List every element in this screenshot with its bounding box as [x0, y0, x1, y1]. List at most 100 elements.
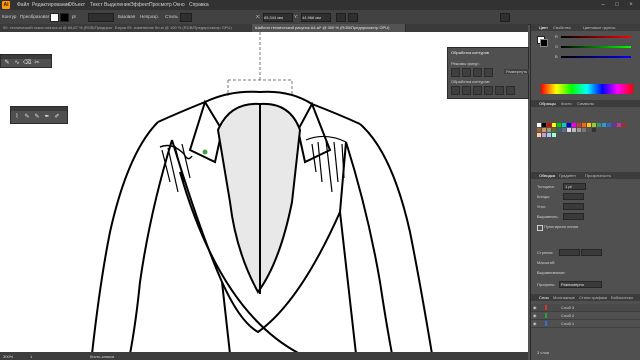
layer-color	[545, 313, 547, 318]
trim-icon[interactable]	[462, 86, 471, 95]
menu-edit[interactable]: Редактирование	[32, 1, 70, 9]
left-sleeve-inner	[129, 139, 173, 354]
close-icon[interactable]: ×	[625, 1, 637, 9]
tab-properties[interactable]: Свойства	[553, 25, 571, 31]
stroke-color-swatch[interactable]	[540, 39, 548, 47]
tab-gradient[interactable]: Градиент	[559, 173, 576, 179]
opacity-label[interactable]: Непрозр.	[140, 14, 159, 19]
current-tool: Кисть-клякса	[90, 354, 115, 359]
tab-stroke[interactable]: Обводка	[539, 173, 555, 179]
smooth-icon[interactable]: ∿	[13, 59, 21, 67]
pen-icon[interactable]: ✒	[43, 113, 51, 121]
tab-document-3[interactable]: Шаблон технический рисунок А4.ai* @ 300 …	[252, 24, 406, 32]
divide-icon[interactable]	[451, 86, 460, 95]
weight-field[interactable]: 1 pt	[563, 183, 586, 190]
menu-help[interactable]: Справка	[189, 1, 209, 9]
corner-label: Угол:	[537, 204, 547, 209]
menu-effect[interactable]: Эффект	[130, 1, 149, 9]
g-slider[interactable]	[561, 46, 631, 48]
eye-icon[interactable]: ◉	[533, 313, 537, 318]
pencil-icon[interactable]: ✎	[3, 59, 11, 67]
brush-icon[interactable]: ⌇	[13, 113, 21, 121]
eraser-icon[interactable]: ✐	[53, 113, 61, 121]
brush-label: Базовая	[118, 14, 136, 19]
tab-document-1[interactable]: 90. технический эскиз платья.ai @ 66,67 …	[0, 24, 114, 32]
layer-row[interactable]: ◉ Слой 2	[531, 312, 640, 320]
crop-icon[interactable]	[484, 86, 493, 95]
document-tabs: 90. технический эскиз платья.ai @ 66,67 …	[0, 24, 528, 32]
swatches-panel-header: Образцы Кисти Символы	[531, 100, 640, 107]
minimize-icon[interactable]: –	[597, 1, 609, 9]
floating-tools-1: ✎ ∿ ⌫ ✂	[0, 54, 52, 68]
tab-libraries[interactable]: Библиотеки	[611, 295, 633, 301]
fill-swatch[interactable]	[50, 13, 59, 22]
unite-icon[interactable]	[451, 68, 460, 77]
tab-color[interactable]: Цвет	[539, 25, 548, 31]
y-field[interactable]: 44,966 мм	[301, 13, 331, 22]
menu-window[interactable]: Окно	[173, 1, 185, 9]
x-label: X:	[256, 14, 261, 19]
zoom-level[interactable]: 300%	[3, 354, 13, 359]
menu-icon[interactable]	[500, 13, 510, 22]
tab-layers[interactable]: Слои	[539, 295, 549, 301]
style-label[interactable]: Стиль	[165, 14, 178, 19]
menu-file[interactable]: Файл	[17, 1, 29, 9]
blob-brush-icon[interactable]: ✎	[23, 113, 31, 121]
panel-header[interactable]	[11, 107, 67, 111]
r-slider[interactable]	[561, 36, 631, 38]
maximize-icon[interactable]: □	[611, 1, 623, 9]
exclude-icon[interactable]	[484, 68, 493, 77]
status-bar: 300% 1 Кисть-клякса	[0, 352, 528, 360]
pencil-icon[interactable]: ✎	[33, 113, 41, 121]
corner-buttons[interactable]	[563, 203, 584, 210]
color-spectrum[interactable]	[541, 84, 633, 94]
stroke-swatch[interactable]	[60, 13, 69, 22]
tab-graphic-styles[interactable]: Стили графики	[579, 295, 607, 301]
merge-icon[interactable]	[473, 86, 482, 95]
left-shoulder	[157, 101, 206, 123]
brush-cursor	[202, 149, 208, 155]
arrow-start-select[interactable]	[559, 249, 580, 256]
b-slider[interactable]	[561, 56, 631, 58]
align-icon[interactable]	[336, 13, 346, 22]
menu-type[interactable]: Текст	[90, 1, 103, 9]
tab-color-groups[interactable]: Цветовые группы	[583, 25, 615, 31]
tab-symbols[interactable]: Символы	[577, 101, 594, 107]
menu-view[interactable]: Просмотр	[149, 1, 172, 9]
tab-document-2[interactable]: Блуза 09. изменение бл.ai @ 100 % (RGB/П…	[112, 24, 254, 32]
tab-artboards[interactable]: Монтажные	[553, 295, 575, 301]
align-stroke-buttons[interactable]	[563, 213, 584, 220]
artboard-number[interactable]: 1	[30, 354, 32, 359]
expand-button[interactable]: Развернуть	[504, 69, 530, 74]
arrow-end-select[interactable]	[581, 249, 602, 256]
style-select[interactable]	[180, 13, 192, 22]
tab-transparency[interactable]: Прозрачность	[585, 173, 611, 179]
menu-object[interactable]: Объект	[68, 1, 85, 9]
transform-icon[interactable]	[348, 13, 358, 22]
outline-icon[interactable]	[495, 86, 504, 95]
cap-buttons[interactable]	[563, 193, 584, 200]
layer-row[interactable]: ◉ Слой 3	[531, 304, 640, 312]
intersect-icon[interactable]	[473, 68, 482, 77]
minus-back-icon[interactable]	[506, 86, 515, 95]
scissors-icon[interactable]: ✂	[33, 59, 41, 67]
eye-icon[interactable]: ◉	[533, 305, 537, 310]
layer-name[interactable]: Слой 1	[561, 321, 574, 326]
minus-front-icon[interactable]	[462, 68, 471, 77]
b-label: B	[555, 54, 558, 59]
layer-row[interactable]: ◉ Слой 1	[531, 320, 640, 328]
layer-name[interactable]: Слой 3	[561, 305, 574, 310]
eye-icon[interactable]: ◉	[533, 321, 537, 326]
profile-select[interactable]: Равномерно	[559, 281, 602, 288]
transform-label[interactable]: Преобразовать	[20, 14, 52, 19]
brush-select[interactable]	[88, 13, 114, 22]
align2-label: Выравнивание:	[537, 270, 566, 275]
tab-brushes[interactable]: Кисти	[561, 101, 572, 107]
dashed-checkbox[interactable]	[537, 225, 543, 231]
layer-name[interactable]: Слой 2	[561, 313, 574, 318]
tab-swatches[interactable]: Образцы	[539, 101, 556, 107]
swatch-grid[interactable]	[537, 123, 637, 153]
menu-select[interactable]: Выделение	[104, 1, 131, 9]
x-field[interactable]: 85,344 мм	[263, 13, 293, 22]
eraser-icon[interactable]: ⌫	[23, 59, 31, 67]
